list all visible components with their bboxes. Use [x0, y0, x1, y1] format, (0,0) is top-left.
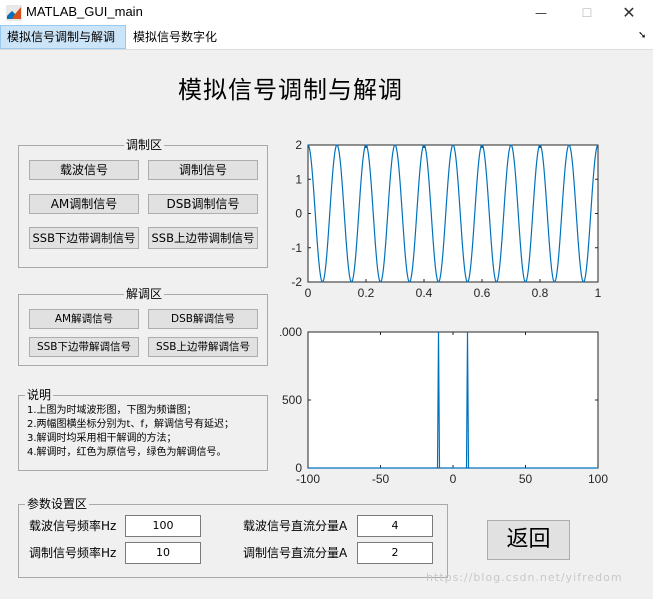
minimize-button[interactable]: —	[518, 0, 564, 25]
mod-freq-input[interactable]: 10	[125, 542, 201, 564]
plot1-xtick-label: 0.4	[416, 286, 433, 300]
plot2-ytick-label: 1000	[280, 325, 302, 339]
matlab-app-icon	[6, 5, 22, 21]
plot2-xtick-label: 0	[450, 472, 457, 486]
modulation-panel: 调制区 载波信号 调制信号 AM调制信号 DSB调制信号 SSB下边带调制信号 …	[18, 137, 268, 268]
ssb-upper-modulation-button[interactable]: SSB上边带调制信号	[148, 227, 258, 249]
dsb-modulation-button[interactable]: DSB调制信号	[148, 194, 258, 214]
page-title: 模拟信号调制与解调	[178, 76, 403, 104]
plot1-ytick-label: 1	[295, 172, 302, 186]
close-icon: ✕	[622, 3, 636, 22]
plot2-axes-box	[307, 331, 599, 469]
minimize-icon: —	[535, 5, 547, 20]
plot1-xtick-label: 0.8	[532, 286, 549, 300]
plot1-xtick-label: 1	[595, 286, 602, 300]
ssb-lower-modulation-button[interactable]: SSB下边带调制信号	[29, 227, 139, 249]
maximize-button[interactable]: ☐	[564, 0, 610, 25]
plot2-xtick-label: 100	[588, 472, 608, 486]
note-line: 1.上图为时域波形图，下图为频谱图；	[27, 405, 197, 416]
plot1-xtick-label: 0.2	[358, 286, 375, 300]
plot2-ytick-label: 500	[282, 393, 302, 407]
demodulation-panel: 解调区 AM解调信号 DSB解调信号 SSB下边带解调信号 SSB上边带解调信号	[18, 286, 268, 366]
ssb-upper-demodulation-button[interactable]: SSB上边带解调信号	[148, 337, 258, 357]
title-bar: MATLAB_GUI_main — ☐ ✕	[0, 0, 653, 25]
mod-freq-label: 调制信号频率Hz	[29, 546, 117, 560]
am-demodulation-button[interactable]: AM解调信号	[29, 309, 139, 329]
mod-dc-input[interactable]: 2	[357, 542, 433, 564]
plot1-ytick-label: 2	[295, 138, 302, 152]
plot2-xtick-label: -50	[372, 472, 390, 486]
parameter-panel: 参数设置区 载波信号频率Hz 100 调制信号频率Hz 10 载波信号直流分量A…	[18, 496, 448, 578]
carrier-dc-label: 载波信号直流分量A	[243, 519, 348, 533]
plot1-ytick-label: -1	[291, 241, 302, 255]
tab-bar: 模拟信号调制与解调 模拟信号数字化 ➘	[0, 25, 653, 50]
toolbar-arrow-icon[interactable]: ➘	[638, 30, 646, 41]
plot2-xtick-label: 50	[519, 472, 533, 486]
note-line: 3.解调时均采用相干解调的方法；	[27, 433, 177, 444]
demodulation-panel-title: 解调区	[124, 286, 165, 302]
parameter-panel-title: 参数设置区	[25, 496, 90, 512]
carrier-dc-input[interactable]: 4	[357, 515, 433, 537]
notes-panel-title: 说明	[25, 387, 54, 403]
plot1-axes-box	[307, 144, 599, 283]
carrier-freq-input[interactable]: 100	[125, 515, 201, 537]
plot1-ytick-label: 0	[295, 207, 302, 221]
note-line: 4.解调时，红色为原信号，绿色为解调信号。	[27, 447, 227, 458]
watermark-text: https://blog.csdn.net/yifredom	[426, 571, 623, 584]
window-title: MATLAB_GUI_main	[26, 4, 143, 19]
modulation-panel-title: 调制区	[124, 137, 165, 153]
mod-dc-label: 调制信号直流分量A	[243, 546, 348, 560]
return-button[interactable]: 返回	[487, 520, 570, 560]
carrier-freq-label: 载波信号频率Hz	[29, 519, 117, 533]
time-domain-plot: 0 0.2 0.4 0.6 0.8 1 -2 -1 0 1 2	[291, 138, 602, 300]
dsb-demodulation-button[interactable]: DSB解调信号	[148, 309, 258, 329]
close-button[interactable]: ✕	[606, 0, 652, 25]
am-modulation-button[interactable]: AM调制信号	[29, 194, 139, 214]
note-line: 2.两幅图横坐标分别为t、f，解调信号有延迟；	[27, 419, 234, 430]
carrier-signal-button[interactable]: 载波信号	[29, 160, 139, 180]
tab-analog-modulation[interactable]: 模拟信号调制与解调	[0, 25, 126, 49]
plot1-xtick-label: 0.6	[474, 286, 491, 300]
plot2-ytick-label: 0	[295, 461, 302, 475]
tab-analog-digitization[interactable]: 模拟信号数字化	[127, 25, 223, 49]
maximize-icon: ☐	[581, 5, 593, 20]
ssb-lower-demodulation-button[interactable]: SSB下边带解调信号	[29, 337, 139, 357]
plot1-ytick-label: -2	[291, 275, 302, 289]
plot1-xtick-label: 0	[305, 286, 312, 300]
modulating-signal-button[interactable]: 调制信号	[148, 160, 258, 180]
notes-panel: 说明 1.上图为时域波形图，下图为频谱图； 2.两幅图横坐标分别为t、f，解调信…	[18, 387, 268, 471]
spectrum-plot: -100-5005010005001000	[280, 325, 608, 486]
